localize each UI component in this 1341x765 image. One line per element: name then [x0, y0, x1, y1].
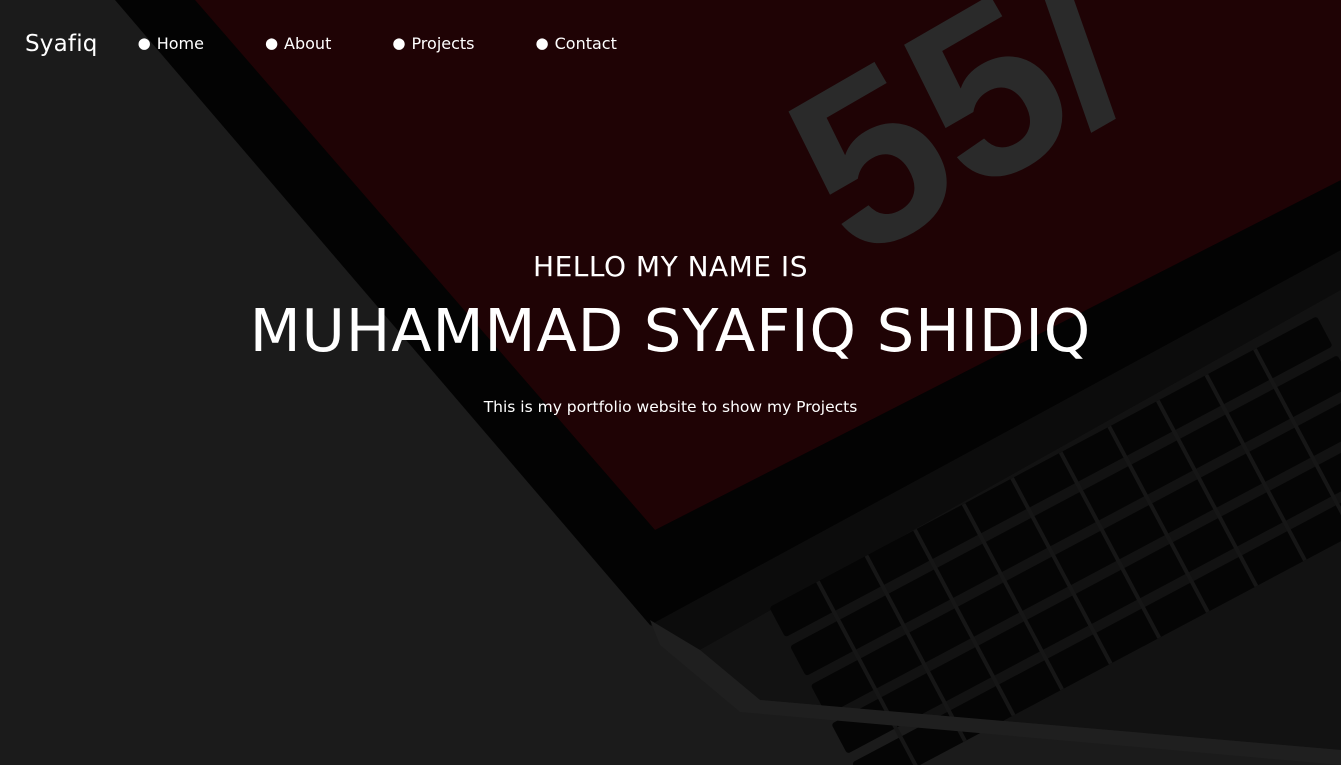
bullet-icon: ●	[535, 34, 549, 52]
nav-item-home[interactable]: ● Home	[138, 34, 204, 53]
nav-item-about[interactable]: ● About	[265, 34, 331, 53]
nav-item-contact[interactable]: ● Contact	[536, 34, 617, 53]
nav-item-label: Projects	[411, 33, 475, 53]
hero-name: MUHAMMAD SYAFIQ SHIDIQ	[249, 296, 1092, 365]
background-laptop-image: 55/	[0, 0, 1341, 765]
hero-greeting: HELLO MY NAME IS	[533, 250, 808, 283]
nav-menu: ● Home ● About ● Projects ● Contact	[138, 34, 617, 53]
nav-item-label: Contact	[554, 33, 617, 53]
site-logo[interactable]: Syafiq	[25, 31, 98, 57]
nav-item-label: Home	[156, 33, 204, 53]
bullet-icon: ●	[392, 34, 406, 52]
bullet-icon: ●	[137, 34, 151, 52]
bullet-icon: ●	[264, 34, 279, 52]
nav-item-projects[interactable]: ● Projects	[392, 34, 474, 53]
top-navbar: Syafiq ● Home ● About ● Projects ● Conta…	[0, 0, 1341, 86]
hero-tagline: This is my portfolio website to show my …	[483, 398, 858, 416]
hero-section: 55/ Syafiq ● Home ● About ● Projects ● C…	[0, 0, 1341, 765]
nav-item-label: About	[284, 33, 332, 53]
